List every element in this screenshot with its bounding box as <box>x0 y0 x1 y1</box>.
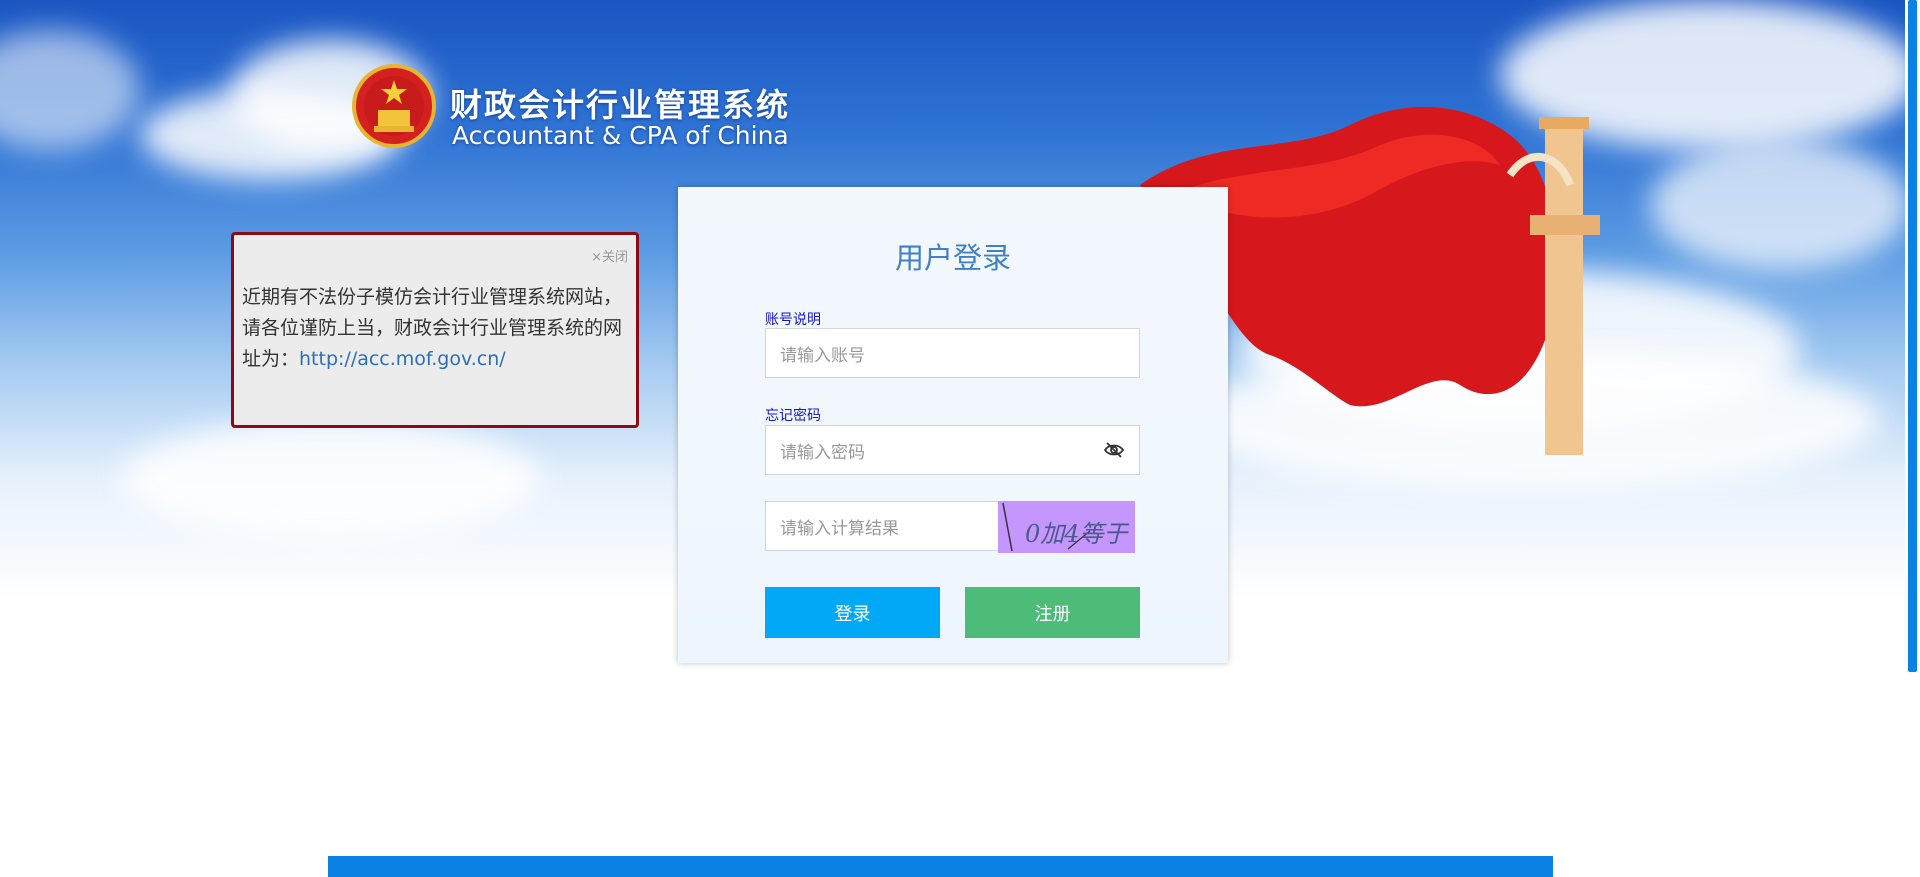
account-help-link[interactable]: 账号说明 <box>765 309 821 329</box>
account-input[interactable]: 请输入账号 <box>765 328 1140 378</box>
scrollbar-thumb[interactable] <box>1908 0 1917 672</box>
password-input[interactable]: 请输入密码 <box>765 425 1140 475</box>
captcha-text: 0加4等于 <box>1025 520 1128 548</box>
footer-bar <box>328 856 1553 877</box>
captcha-placeholder: 请输入计算结果 <box>780 518 899 539</box>
captcha-input[interactable]: 请输入计算结果 <box>765 501 1000 551</box>
notice-close-button[interactable]: ×关闭 <box>591 246 628 265</box>
national-emblem-icon <box>352 64 436 148</box>
eye-slash-icon[interactable] <box>1103 441 1125 459</box>
site-subtitle: Accountant & CPA of China <box>452 121 789 150</box>
login-panel: 用户登录 账号说明 请输入账号 忘记密码 请输入密码 请输入计算结果 0加4等于… <box>678 187 1228 663</box>
forgot-password-link[interactable]: 忘记密码 <box>765 405 821 425</box>
fraud-warning-notice: ×关闭 近期有不法份子模仿会计行业管理系统网站，请各位谨防上当，财政会计行业管理… <box>231 232 639 428</box>
register-button[interactable]: 注册 <box>965 587 1140 638</box>
site-title: 财政会计行业管理系统 <box>450 86 791 124</box>
login-button[interactable]: 登录 <box>765 587 940 638</box>
notice-text: 近期有不法份子模仿会计行业管理系统网站，请各位谨防上当，财政会计行业管理系统的网… <box>242 282 632 375</box>
notice-official-url-link[interactable]: http://acc.mof.gov.cn/ <box>299 348 506 370</box>
captcha-image[interactable]: 0加4等于 <box>998 501 1135 553</box>
password-placeholder: 请输入密码 <box>780 442 865 463</box>
login-title: 用户登录 <box>894 241 1011 275</box>
account-placeholder: 请输入账号 <box>780 345 865 366</box>
